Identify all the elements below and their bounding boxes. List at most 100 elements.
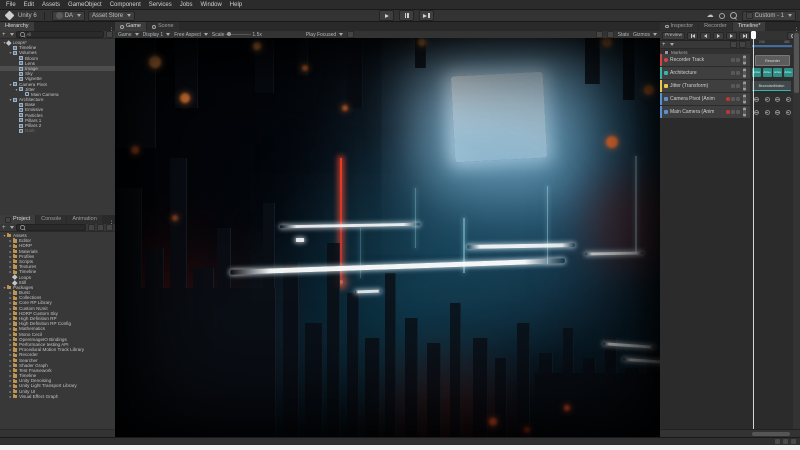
tab-game[interactable]: Game [115, 22, 146, 31]
playhead-handle[interactable] [751, 31, 756, 39]
screenshot-icon[interactable] [347, 31, 355, 38]
game-viewport[interactable] [115, 38, 660, 437]
track-menu-icon[interactable] [741, 110, 748, 114]
lane-recorder-track[interactable]: Recorder [750, 54, 793, 66]
track-architecture[interactable]: Architecture [660, 67, 750, 79]
menu-item-gameobject[interactable]: GameObject [64, 0, 106, 10]
activation-clip[interactable]: Active [762, 68, 772, 77]
record-icon[interactable] [726, 97, 730, 101]
lock-icon[interactable] [736, 58, 740, 62]
tab-project[interactable]: Project [0, 215, 36, 224]
clip-view-button[interactable] [739, 41, 746, 48]
vsync-button[interactable] [606, 31, 614, 38]
create-asset-button[interactable]: + [2, 225, 6, 231]
keyframe-icon[interactable] [764, 97, 770, 102]
scene-visibility-button[interactable] [106, 31, 113, 38]
undo-history-icon[interactable] [718, 12, 725, 19]
lane-main-camera-anim[interactable] [750, 106, 793, 118]
project-item-visual-effect-graph[interactable]: ▸ Visual Effect Graph [0, 394, 115, 399]
hierarchy-item-dark[interactable]: Dark [0, 128, 115, 133]
lock-icon[interactable] [736, 110, 740, 114]
cache-server-icon[interactable] [775, 439, 780, 444]
tab-hierarchy[interactable]: Hierarchy [0, 22, 34, 31]
console-activity-icon[interactable] [783, 439, 788, 444]
timeline-ruler[interactable]: 240 480 [750, 40, 793, 47]
pause-button[interactable] [399, 10, 414, 21]
lane-camera-pivot-anim[interactable] [750, 93, 793, 105]
lock-icon[interactable] [736, 71, 740, 75]
scrollbar-thumb[interactable] [752, 432, 790, 436]
asset-store-menu[interactable]: Asset Store [88, 10, 136, 21]
keyframe-icon[interactable] [775, 110, 780, 115]
curves-view-button[interactable] [730, 41, 737, 48]
keyframe-icon[interactable] [775, 97, 780, 102]
goto-end-button[interactable] [739, 31, 751, 40]
aspect-dropdown[interactable]: Free Aspect [174, 32, 208, 38]
tab-animation[interactable]: Animation [67, 215, 102, 224]
layout-dropdown[interactable]: Custom - 1 [741, 10, 796, 21]
timeline-play-button[interactable] [713, 31, 725, 40]
track-camera-pivot-anim[interactable]: Camera Pivot (Anim [660, 93, 750, 105]
add-object-button[interactable]: + [2, 32, 6, 38]
preview-toggle[interactable]: Preview [662, 31, 686, 40]
track-menu-icon[interactable] [741, 84, 748, 88]
menu-item-file[interactable]: File [2, 0, 20, 10]
lane-architecture[interactable]: Active Active Active Active [750, 67, 793, 79]
tab-inspector[interactable]: Inspector [660, 22, 699, 31]
play-focused-dropdown[interactable]: Play Focused [306, 32, 344, 38]
track-jitter-transform[interactable]: Jitter (Transform) [660, 80, 750, 92]
menu-item-component[interactable]: Component [106, 0, 145, 10]
tab-console[interactable]: Console [36, 215, 67, 224]
hidden-packages-button[interactable] [97, 224, 104, 231]
step-button[interactable] [419, 10, 434, 21]
timeline-hscrollbar[interactable] [660, 429, 800, 437]
account-menu[interactable]: DA [51, 10, 86, 21]
keyframe-icon[interactable] [785, 110, 791, 115]
project-search-input[interactable] [15, 224, 86, 231]
track-menu-icon[interactable] [741, 71, 748, 75]
keyframe-icon[interactable] [785, 97, 791, 102]
track-menu-icon[interactable] [741, 58, 748, 62]
menu-item-help[interactable]: Help [226, 0, 246, 10]
favorites-button[interactable] [88, 224, 95, 231]
lane-jitter-transform[interactable]: BrownianMotion [750, 80, 793, 92]
track-main-camera-anim[interactable]: Main Camera (Anim [660, 106, 750, 118]
add-track-button[interactable]: + [662, 42, 666, 48]
menu-item-assets[interactable]: Assets [38, 0, 64, 10]
cloud-icon[interactable]: ☁ [707, 12, 714, 20]
game-mode-dropdown[interactable]: Game [118, 32, 139, 38]
timeline-range-bar[interactable] [752, 45, 792, 47]
scrollbar-thumb[interactable] [794, 33, 799, 93]
scale-slider[interactable] [225, 32, 252, 37]
activation-clip[interactable]: Active [773, 68, 782, 77]
mute-icon[interactable] [731, 71, 735, 75]
timeline-vscrollbar[interactable] [793, 31, 800, 429]
activation-clip[interactable]: Active [783, 68, 793, 77]
tab-recorder[interactable]: Recorder [699, 22, 732, 31]
mute-audio-button[interactable] [595, 31, 603, 38]
mute-icon[interactable] [731, 84, 735, 88]
mute-icon[interactable] [731, 58, 735, 62]
mute-icon[interactable] [731, 110, 735, 114]
tab-timeline[interactable]: Timeline* [732, 22, 766, 31]
keyframe-icon[interactable] [764, 110, 770, 115]
play-button[interactable] [379, 10, 394, 21]
gizmos-dropdown[interactable]: Gizmos [633, 32, 657, 38]
info-button[interactable] [106, 224, 113, 231]
lock-icon[interactable] [736, 84, 740, 88]
goto-start-button[interactable] [687, 31, 699, 40]
track-menu-icon[interactable] [741, 97, 748, 101]
track-recorder-track[interactable]: Recorder Track [660, 54, 750, 66]
keyframe-icon[interactable] [754, 97, 759, 102]
record-icon[interactable] [726, 110, 730, 114]
display-dropdown[interactable]: Display 1 [143, 32, 171, 38]
menu-item-window[interactable]: Window [196, 0, 225, 10]
lock-icon[interactable] [736, 97, 740, 101]
mute-icon[interactable] [731, 97, 735, 101]
menu-item-edit[interactable]: Edit [20, 0, 38, 10]
menu-item-jobs[interactable]: Jobs [176, 0, 197, 10]
menu-item-services[interactable]: Services [145, 0, 176, 10]
next-frame-button[interactable] [726, 31, 738, 40]
hierarchy-search-input[interactable]: All [15, 31, 104, 38]
recorder-clip[interactable]: Recorder [755, 55, 790, 66]
